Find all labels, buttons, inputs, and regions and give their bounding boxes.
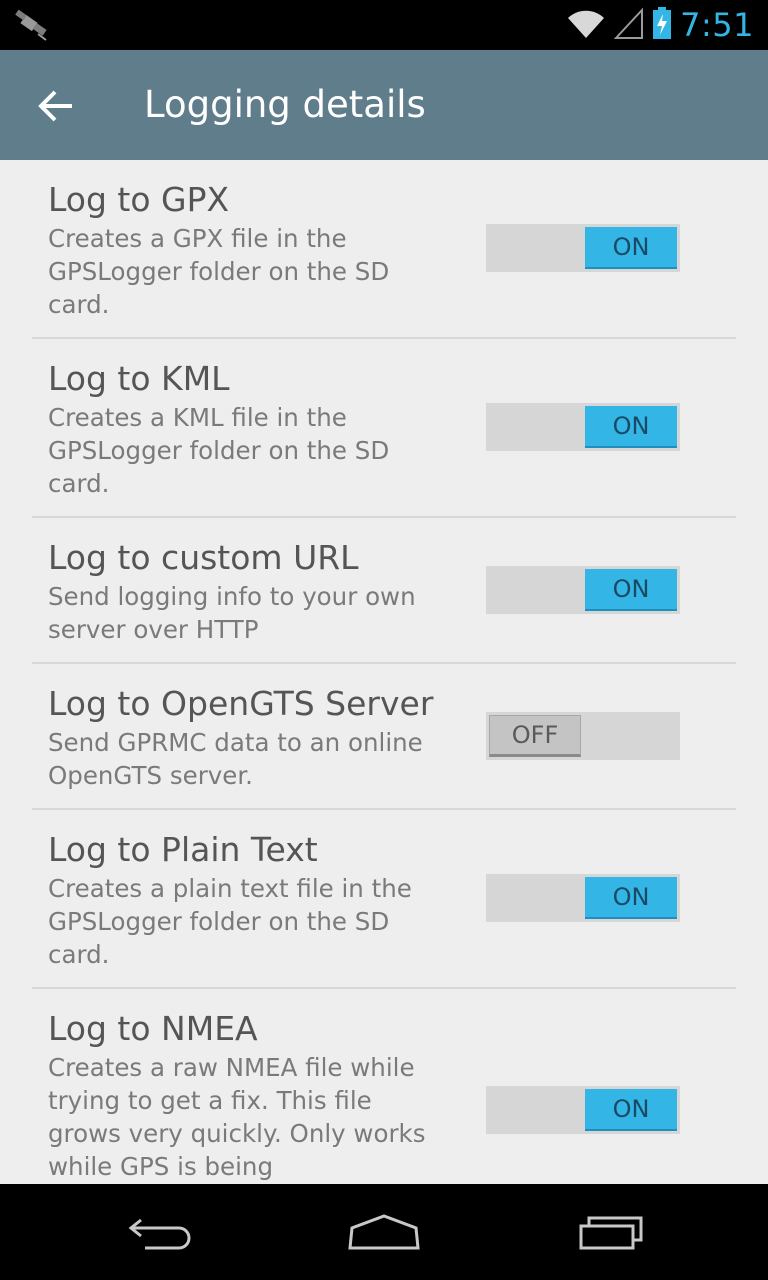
status-clock: 7:51 xyxy=(680,6,754,44)
setting-log-custom-url[interactable]: Log to custom URL Send logging info to y… xyxy=(0,518,768,662)
toggle-thumb: OFF xyxy=(489,715,581,757)
setting-summary: Creates a GPX file in the GPSLogger fold… xyxy=(48,224,390,319)
setting-title: Log to custom URL xyxy=(48,538,359,577)
gpx-toggle[interactable]: ON xyxy=(486,224,680,272)
kml-toggle[interactable]: ON xyxy=(486,403,680,451)
setting-log-opengts[interactable]: Log to OpenGTS Server Send GPRMC data to… xyxy=(0,664,768,808)
setting-summary: Creates a raw NMEA file while trying to … xyxy=(48,1053,426,1181)
navigation-bar xyxy=(0,1184,768,1280)
toggle-thumb: ON xyxy=(585,569,677,611)
opengts-toggle[interactable]: OFF xyxy=(486,712,680,760)
back-arrow-icon[interactable] xyxy=(26,78,86,134)
settings-list: Log to GPX Creates a GPX file in the GPS… xyxy=(0,160,768,1184)
setting-log-kml[interactable]: Log to KML Creates a KML file in the GPS… xyxy=(0,339,768,517)
setting-title: Log to NMEA xyxy=(48,1009,258,1048)
nav-recent-apps-icon[interactable] xyxy=(570,1204,654,1260)
toggle-thumb: ON xyxy=(585,1089,677,1131)
setting-title: Log to Plain Text xyxy=(48,830,318,869)
setting-log-gpx[interactable]: Log to GPX Creates a GPX file in the GPS… xyxy=(0,160,768,338)
action-bar: Logging details xyxy=(0,50,768,160)
wifi-icon xyxy=(566,6,606,44)
setting-title: Log to KML xyxy=(48,359,230,398)
nmea-toggle[interactable]: ON xyxy=(486,1086,680,1134)
setting-summary: Creates a plain text file in the GPSLogg… xyxy=(48,874,412,969)
page-title: Logging details xyxy=(144,83,426,126)
status-bar: 7:51 xyxy=(0,0,768,50)
toggle-thumb: ON xyxy=(585,227,677,269)
setting-log-plain-text[interactable]: Log to Plain Text Creates a plain text f… xyxy=(0,810,768,988)
setting-title: Log to OpenGTS Server xyxy=(48,684,434,723)
satellite-icon xyxy=(14,8,54,42)
signal-icon xyxy=(613,6,644,44)
plain-text-toggle[interactable]: ON xyxy=(486,874,680,922)
setting-title: Log to GPX xyxy=(48,180,230,219)
setting-summary: Send GPRMC data to an online OpenGTS ser… xyxy=(48,728,423,790)
nav-back-icon[interactable] xyxy=(118,1204,202,1260)
custom-url-toggle[interactable]: ON xyxy=(486,566,680,614)
battery-charging-icon xyxy=(652,6,672,44)
setting-summary: Send logging info to your own server ove… xyxy=(48,582,416,644)
setting-summary: Creates a KML file in the GPSLogger fold… xyxy=(48,403,390,498)
toggle-thumb: ON xyxy=(585,877,677,919)
setting-log-nmea[interactable]: Log to NMEA Creates a raw NMEA file whil… xyxy=(0,989,768,1184)
toggle-thumb: ON xyxy=(585,406,677,448)
nav-home-icon[interactable] xyxy=(342,1204,426,1260)
